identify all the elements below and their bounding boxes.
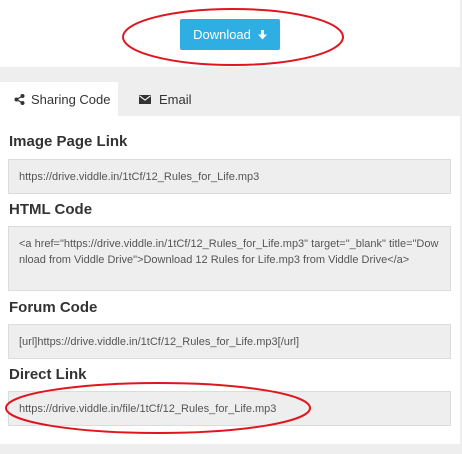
tab-email-label: Email — [159, 91, 192, 107]
download-panel: Download — [0, 0, 460, 67]
image-page-link-field[interactable]: https://drive.viddle.in/1tCf/12_Rules_fo… — [8, 159, 451, 194]
direct-link-field[interactable]: https://drive.viddle.in/file/1tCf/12_Rul… — [8, 391, 451, 426]
share-tabs: Sharing Code Email — [0, 82, 460, 116]
download-arrow-icon — [257, 29, 267, 40]
download-button[interactable]: Download — [180, 19, 280, 50]
image-page-link-title: Image Page Link — [9, 133, 128, 150]
share-icon — [14, 93, 25, 105]
html-code-field[interactable]: <a href="https://drive.viddle.in/1tCf/12… — [8, 226, 451, 291]
html-code-title: HTML Code — [9, 201, 93, 218]
tab-sharing-code[interactable]: Sharing Code — [0, 82, 118, 116]
forum-code-field[interactable]: [url]https://drive.viddle.in/1tCf/12_Rul… — [8, 324, 451, 359]
download-button-label: Download — [193, 27, 251, 42]
envelope-icon — [139, 94, 151, 104]
tab-email[interactable]: Email — [139, 82, 192, 116]
tab-sharing-code-label: Sharing Code — [31, 91, 111, 107]
forum-code-title: Forum Code — [9, 299, 98, 316]
direct-link-title: Direct Link — [9, 366, 87, 383]
sharing-code-panel: Image Page Link https://drive.viddle.in/… — [0, 116, 460, 444]
